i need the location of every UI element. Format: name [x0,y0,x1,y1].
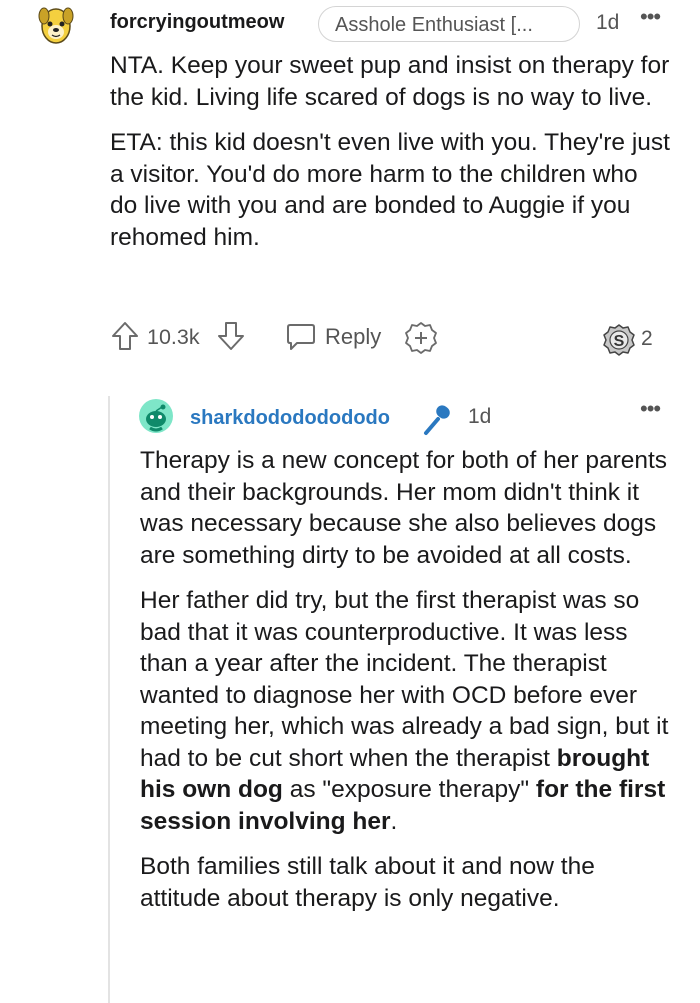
upvote-icon[interactable] [110,320,140,357]
reply-username[interactable]: sharkdodododododo [190,407,390,430]
award-count: 2 [641,327,653,350]
more-options-icon[interactable]: ••• [640,4,661,30]
reply-body: Therapy is a new concept for both of her… [140,445,680,928]
reply-button[interactable]: Reply [325,324,381,350]
thread-line[interactable] [108,396,110,1003]
microphone-icon [420,402,456,443]
comment-username[interactable]: forcryingoutmeow [110,11,284,34]
comment-body: NTA. Keep your sweet pup and insist on t… [110,50,670,267]
reply-text: . [390,807,398,835]
comment-paragraph: NTA. Keep your sweet pup and insist on t… [110,52,670,111]
vote-score: 10.3k [147,325,200,349]
svg-text:S: S [614,333,625,350]
reply-paragraph: Therapy is a new concept for both of her… [140,447,668,569]
give-award-icon[interactable] [404,321,438,360]
reply-paragraph: Her father did try, but the first therap… [140,585,680,837]
user-flair: Asshole Enthusiast [... [318,6,580,42]
dog-avatar-icon[interactable] [38,4,74,48]
silver-award-icon[interactable]: S [602,323,636,362]
reply-timestamp[interactable]: 1d [468,405,491,429]
downvote-icon[interactable] [216,320,246,357]
more-options-icon[interactable]: ••• [640,396,661,422]
snoo-avatar-icon[interactable] [138,398,174,439]
comment-timestamp[interactable]: 1d [596,11,619,35]
comment-paragraph: ETA: this kid doesn't even live with you… [110,129,670,251]
reply-text: as "exposure therapy" [282,776,536,803]
reply-paragraph: Both families still talk about it and no… [140,853,595,912]
reply-icon[interactable] [285,322,317,357]
